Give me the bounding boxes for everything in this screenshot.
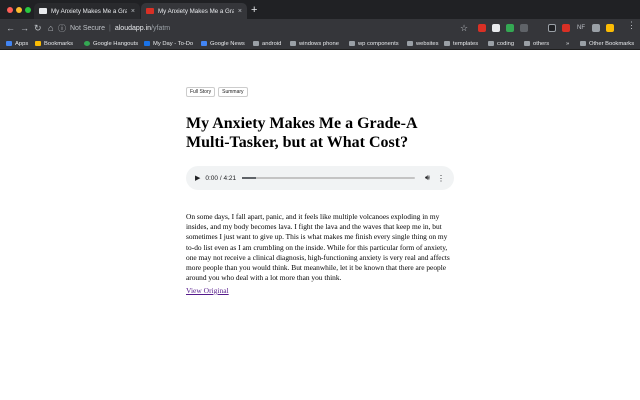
article: Full Story Summary My Anxiety Makes Me a… (186, 87, 454, 295)
tab-full-story[interactable]: Full Story (186, 87, 216, 97)
reload-icon[interactable]: ↻ (34, 21, 42, 35)
hangouts-icon (84, 41, 90, 46)
extension-misc-icon[interactable] (592, 24, 600, 32)
bookmark-label: windows phone (299, 40, 339, 47)
bookmark-folder-others[interactable]: others (524, 39, 549, 48)
bookmark-folder-coding[interactable]: coding (488, 39, 514, 48)
tab-inactive[interactable]: My Anxiety Makes Me a Grade-A × (34, 3, 140, 19)
tab-active[interactable]: My Anxiety Makes Me a Grade-A × (141, 3, 247, 19)
todo-icon (144, 41, 150, 46)
bookmark-other-bookmarks[interactable]: Other Bookmarks (580, 39, 634, 48)
article-title: My Anxiety Makes Me a Grade-A Multi-Task… (186, 115, 417, 151)
info-icon[interactable]: ⓘ (58, 23, 66, 34)
bookmarks-overflow-button[interactable]: » (566, 39, 569, 48)
extension-nf-icon[interactable]: NF (577, 23, 585, 33)
news-icon (201, 41, 207, 46)
minimize-window-button[interactable] (16, 7, 22, 13)
more-options-icon[interactable]: ⋮ (437, 174, 445, 183)
play-icon[interactable]: ▶ (195, 174, 200, 182)
folder-icon (444, 41, 450, 46)
bookmark-label: Other Bookmarks (589, 40, 635, 47)
menu-icon[interactable]: ⋮ (627, 20, 636, 30)
folder-icon (488, 41, 494, 46)
bookmark-label: Google News (210, 40, 245, 47)
folder-icon (524, 41, 530, 46)
tab-summary[interactable]: Summary (218, 87, 248, 97)
bookmark-label: My Day - To-Do (153, 40, 194, 47)
apps-grid-icon (6, 41, 12, 46)
extension-grey-icon[interactable] (520, 24, 528, 32)
url-path: /yfatm (151, 24, 171, 32)
bookmark-folder-wp-components[interactable]: wp components (349, 39, 399, 48)
bookmark-my-day[interactable]: My Day - To-Do (144, 39, 193, 48)
article-body: On some days, I fall apart, panic, and i… (186, 212, 450, 283)
tab-favicon-icon (39, 8, 47, 14)
bookmark-folder-android[interactable]: android (253, 39, 281, 48)
tab-strip: My Anxiety Makes Me a Grade-A × My Anxie… (0, 0, 640, 19)
bookmark-apps[interactable]: Apps (6, 39, 28, 48)
star-icon (35, 41, 41, 46)
bookmark-label: wp components (358, 40, 399, 47)
bookmark-google-hangouts[interactable]: Google Hangouts (84, 39, 138, 48)
extension-white-icon[interactable] (492, 24, 500, 32)
folder-icon (407, 41, 413, 46)
extension-red-icon[interactable] (478, 24, 486, 32)
audio-player: ▶ 0:00 / 4:21 🔊︎ ⋮ (186, 166, 454, 190)
view-switcher: Full Story Summary (186, 87, 454, 97)
bookmark-label: others (533, 40, 550, 47)
home-icon[interactable]: ⌂ (48, 21, 53, 35)
tab-favicon-icon (146, 8, 154, 14)
bookmarks-bar: Apps Bookmarks Google Hangouts My Day - … (0, 37, 640, 50)
folder-icon (580, 41, 586, 46)
bookmark-label: coding (497, 40, 515, 47)
bookmark-label: Bookmarks (44, 40, 73, 47)
bookmark-folder-windows-phone[interactable]: windows phone (290, 39, 339, 48)
volume-icon[interactable]: 🔊︎ (425, 173, 430, 183)
back-icon[interactable]: ← (6, 21, 15, 35)
new-tab-button[interactable]: + (251, 3, 257, 17)
url-host: aloudapp.in (114, 24, 152, 32)
url-separator: | (109, 24, 111, 32)
bookmark-folder-websites[interactable]: websites (407, 39, 439, 48)
folder-icon (349, 41, 355, 46)
folder-icon (290, 41, 296, 46)
bookmark-label: Apps (15, 40, 29, 47)
extension-pocket-icon[interactable] (562, 24, 570, 32)
bookmark-label: android (262, 40, 282, 47)
forward-icon[interactable]: → (20, 21, 29, 35)
audio-time: 0:00 / 4:21 (205, 174, 237, 182)
view-original-link[interactable]: View Original (186, 286, 229, 295)
close-tab-icon[interactable]: × (238, 8, 242, 15)
bookmark-label: websites (416, 40, 439, 47)
extension-green-icon[interactable] (506, 24, 514, 32)
close-tab-icon[interactable]: × (131, 8, 135, 15)
bookmark-google-news[interactable]: Google News (201, 39, 245, 48)
folder-icon (253, 41, 259, 46)
bookmark-label: Google Hangouts (93, 40, 139, 47)
bookmark-label: templates (453, 40, 479, 47)
close-window-button[interactable] (7, 7, 13, 13)
audio-seek-bar[interactable] (242, 177, 415, 179)
tab-title: My Anxiety Makes Me a Grade-A (158, 7, 234, 15)
extension-shield-icon[interactable] (548, 24, 556, 32)
audio-progress-fill (242, 177, 256, 179)
tab-title: My Anxiety Makes Me a Grade-A (51, 7, 127, 15)
browser-toolbar: ← → ↻ ⌂ ⓘ Not Secure | aloudapp.in /yfat… (0, 19, 640, 37)
bookmark-star-icon[interactable]: ☆ (460, 21, 468, 35)
security-label: Not Secure (70, 24, 106, 32)
bookmark-bookmarks[interactable]: Bookmarks (35, 39, 73, 48)
extension-yellow-icon[interactable] (606, 24, 614, 32)
maximize-window-button[interactable] (25, 7, 31, 13)
bookmark-folder-templates[interactable]: templates (444, 39, 478, 48)
